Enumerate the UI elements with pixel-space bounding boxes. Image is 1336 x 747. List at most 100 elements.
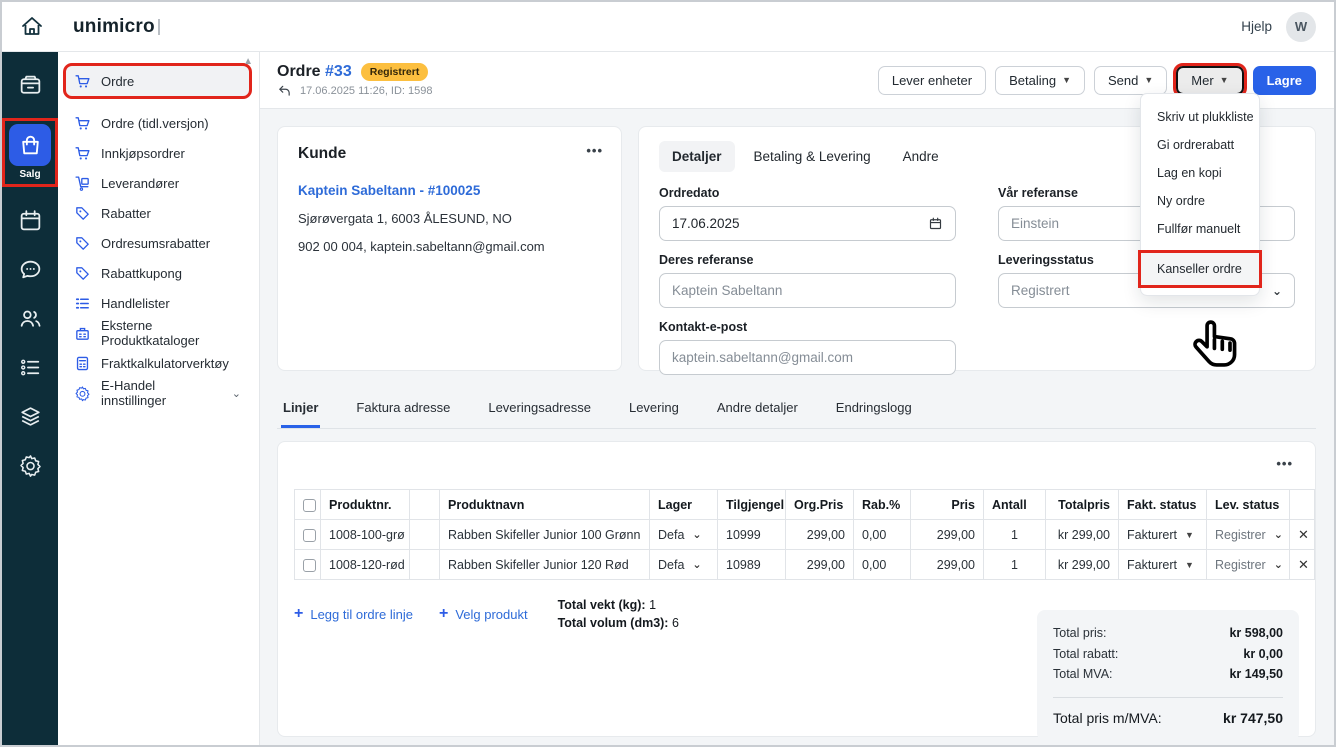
lagre-button[interactable]: Lagre [1253,66,1316,95]
totals-divider [1053,697,1283,698]
cell-antall[interactable]: 1 [984,550,1046,580]
cell-rab[interactable]: 0,00 [854,550,911,580]
customer-link[interactable]: Kaptein Sabeltann - #100025 [298,183,601,198]
sidebar-item-fraktkalkulatorverktoy[interactable]: Fraktkalkulatorverktøy [66,348,249,378]
mer-button[interactable]: Mer▼ [1176,66,1243,95]
customer-card-menu-icon[interactable]: ••• [586,143,603,158]
sidebar-collapse-icon[interactable]: ▲ [243,56,253,67]
sidebar-item-ehandel-innstillinger[interactable]: E-Handel innstillinger ⌄ [66,378,249,408]
tab-betaling-levering[interactable]: Betaling & Levering [741,141,884,172]
send-label: Send [1108,73,1138,88]
customer-card-title: Kunde [298,145,601,163]
total-rabatt-label: Total rabatt: [1053,644,1118,665]
settings-gear-icon[interactable] [17,452,43,478]
ordredato-input[interactable]: 17.06.2025 [659,206,956,241]
cell-pris[interactable]: 299,00 [911,550,984,580]
menu-item-gi-ordrerabatt[interactable]: Gi ordrerabatt [1141,131,1259,159]
send-button[interactable]: Send▼ [1094,66,1167,95]
kontakt-epost-label: Kontakt-e-post [659,320,956,334]
lager-select[interactable]: Defa⌄ [658,558,709,572]
home-icon[interactable] [17,12,47,42]
sidebar-item-label: Ordre (tidl.versjon) [101,116,209,131]
tab-endringslogg[interactable]: Endringslogg [834,392,914,428]
shopping-bag-icon[interactable] [9,124,51,166]
tab-andre-detaljer[interactable]: Andre detaljer [715,392,800,428]
menu-item-lag-en-kopi[interactable]: Lag en kopi [1141,159,1259,187]
chevron-down-icon: ⌄ [1274,528,1283,541]
sidebar-item-rabatter[interactable]: Rabatter [66,198,249,228]
archive-icon[interactable] [17,72,43,98]
lev-status-select[interactable]: Registrer⌄ [1215,528,1281,542]
menu-item-ny-ordre[interactable]: Ny ordre [1141,187,1259,215]
volume-value: 6 [672,616,679,630]
menu-item-kanseller-ordre[interactable]: Kanseller ordre [1141,253,1259,285]
calculator-icon [74,355,91,372]
cell-org-pris[interactable]: 299,00 [786,550,854,580]
sidebar-item-ordresumsrabatter[interactable]: Ordresumsrabatter [66,228,249,258]
order-meta: 17.06.2025 11:26, ID: 1598 [300,85,433,97]
gear-icon [74,385,91,402]
row-checkbox[interactable] [303,559,316,572]
tab-detaljer[interactable]: Detaljer [659,141,735,172]
add-order-line-button[interactable]: + Legg til ordre linje [294,596,413,632]
col-rab: Rab.% [854,490,911,520]
menu-item-fullfor-manuelt[interactable]: Fullfør manuelt [1141,215,1259,243]
sidebar-item-ordre-tidl[interactable]: Ordre (tidl.versjon) [66,108,249,138]
cell-totalpris: kr 299,00 [1046,550,1119,580]
calendar-icon[interactable] [17,207,43,233]
sidebar-item-ordre[interactable]: Ordre [66,66,249,96]
row-checkbox[interactable] [303,529,316,542]
tab-linjer[interactable]: Linjer [281,392,320,428]
people-icon[interactable] [17,305,43,331]
catalog-icon [74,325,91,342]
cell-produktnavn[interactable]: Rabben Skifeller Junior 120 Rød [440,550,650,580]
cell-pris[interactable]: 299,00 [911,520,984,550]
cell-org-pris[interactable]: 299,00 [786,520,854,550]
order-lines-table: Produktnr. Produktnavn Lager Tilgjengeli… [294,489,1315,580]
task-list-icon[interactable] [17,354,43,380]
sidebar-item-handlelister[interactable]: Handlelister [66,288,249,318]
betaling-button[interactable]: Betaling▼ [995,66,1085,95]
choose-product-button[interactable]: + Velg produkt [439,596,528,632]
cart-icon [74,73,91,90]
cell-antall[interactable]: 1 [984,520,1046,550]
avatar[interactable]: W [1286,12,1316,42]
delete-row-icon[interactable]: ✕ [1290,550,1315,580]
plus-icon: + [294,605,303,623]
col-antall: Antall [984,490,1046,520]
deres-referanse-label: Deres referanse [659,253,956,267]
sidebar-item-innkjopsordrer[interactable]: Innkjøpsordrer [66,138,249,168]
tab-leveringsadresse[interactable]: Leveringsadresse [486,392,593,428]
lager-select[interactable]: Defa⌄ [658,528,709,542]
tab-levering[interactable]: Levering [627,392,681,428]
fakt-status-select[interactable]: Fakturert▼ [1127,558,1198,572]
select-all-checkbox[interactable] [303,499,316,512]
cell-produktnr[interactable]: 1008-120-rød [321,550,410,580]
fakt-status-select[interactable]: Fakturert▼ [1127,528,1198,542]
back-arrow-icon[interactable] [277,84,292,97]
sidebar-item-leverandorer[interactable]: Leverandører [66,168,249,198]
cell-produktnr[interactable]: 1008-100-grø [321,520,410,550]
menu-item-skriv-ut-plukkliste[interactable]: Skriv ut plukkliste [1141,103,1259,131]
lev-status-select[interactable]: Registrer⌄ [1215,558,1281,572]
lager-value: Defa [658,528,684,542]
deres-referanse-input[interactable]: Kaptein Sabeltann [659,273,956,308]
sidebar-item-label: Fraktkalkulatorverktøy [101,356,229,371]
volume-label: Total volum (dm3): [558,616,669,630]
chat-icon[interactable] [17,256,43,282]
layers-icon[interactable] [17,403,43,429]
kontakt-epost-input[interactable]: kaptein.sabeltann@gmail.com [659,340,956,375]
tab-faktura-adresse[interactable]: Faktura adresse [354,392,452,428]
var-referanse-value: Einstein [1011,216,1059,231]
delete-row-icon[interactable]: ✕ [1290,520,1315,550]
table-menu-icon[interactable]: ••• [1276,456,1293,471]
tab-andre[interactable]: Andre [890,141,952,172]
cell-rab[interactable]: 0,00 [854,520,911,550]
sidebar-item-eksterne-produktkataloger[interactable]: Eksterne Produktkataloger [66,318,249,348]
help-link[interactable]: Hjelp [1241,19,1272,34]
date-picker-icon[interactable] [928,216,943,231]
sidebar-item-rabattkupong[interactable]: Rabattkupong [66,258,249,288]
lever-enheter-button[interactable]: Lever enheter [878,66,986,95]
col-fakt-status: Fakt. status [1119,490,1207,520]
cell-produktnavn[interactable]: Rabben Skifeller Junior 100 Grønn [440,520,650,550]
